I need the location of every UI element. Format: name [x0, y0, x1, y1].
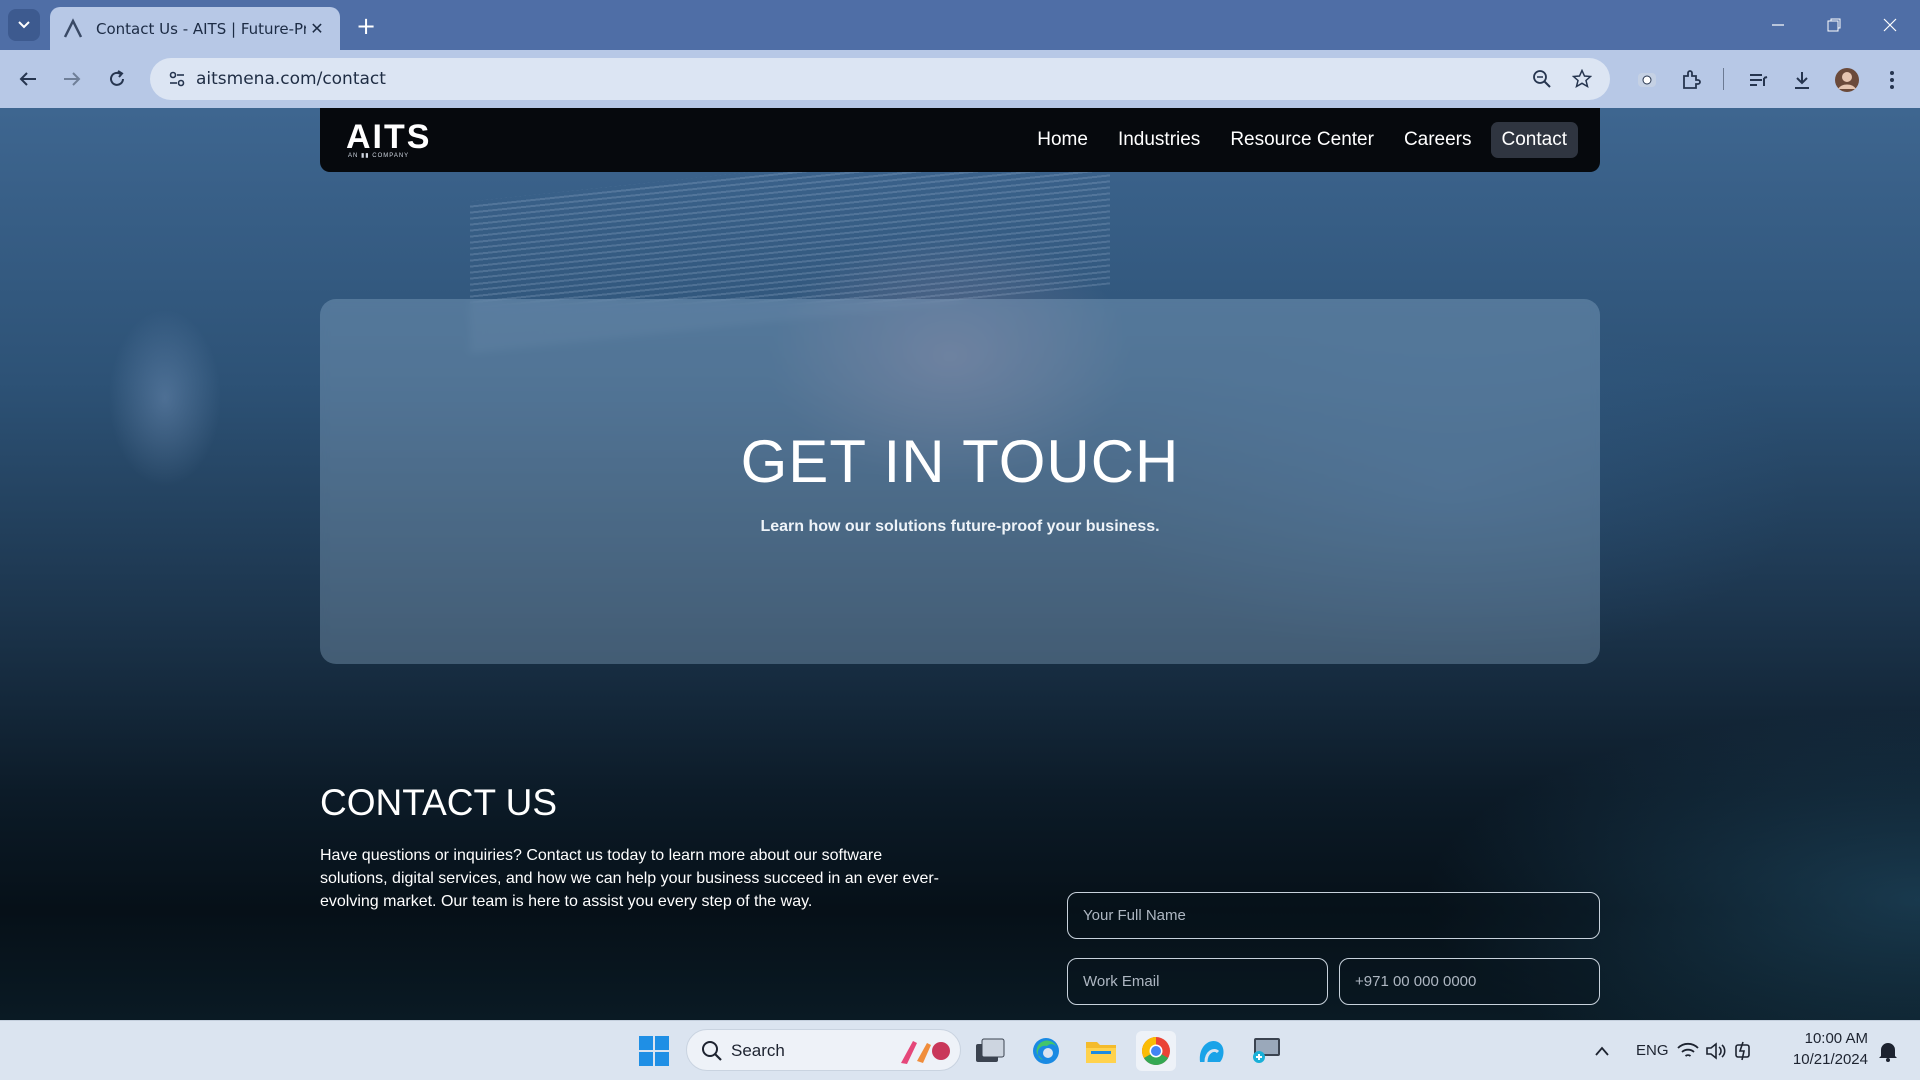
- nav-link-home[interactable]: Home: [1026, 122, 1099, 158]
- browser-tab-strip: Contact Us - AITS | Future-Proo ✕ +: [0, 0, 1920, 50]
- nav-link-resource-center[interactable]: Resource Center: [1219, 122, 1385, 158]
- site-info-button[interactable]: [162, 64, 192, 94]
- web-page: AITS AN ▮▮ COMPANY Home Industries Resou…: [0, 108, 1920, 1020]
- close-icon: [1883, 18, 1897, 32]
- search-icon: [702, 1041, 722, 1061]
- minimize-button[interactable]: [1750, 0, 1806, 50]
- reload-button[interactable]: [101, 63, 133, 95]
- back-button[interactable]: [12, 63, 44, 95]
- aits-favicon-icon: [63, 17, 83, 38]
- contact-description: Have questions or inquiries? Contact us …: [320, 847, 939, 910]
- extensions-puzzle-icon[interactable]: [1677, 66, 1705, 94]
- arrow-left-icon: [19, 72, 36, 86]
- full-name-field[interactable]: [1067, 892, 1600, 939]
- download-icon[interactable]: [1788, 66, 1816, 94]
- arrow-right-icon: [64, 72, 81, 86]
- notification-bell-icon[interactable]: [1874, 1031, 1902, 1071]
- forward-button[interactable]: [56, 63, 88, 95]
- volume-icon[interactable]: [1704, 1031, 1728, 1071]
- start-button[interactable]: [634, 1031, 674, 1071]
- search-label: Search: [731, 1041, 785, 1060]
- bookmark-star-icon[interactable]: [1570, 67, 1594, 91]
- windows-taskbar: Search ENG 10:00 AM 10/21/2024: [0, 1020, 1920, 1080]
- close-window-button[interactable]: [1862, 0, 1918, 50]
- chrome-browser-icon[interactable]: [1136, 1031, 1176, 1071]
- tab-title: Contact Us - AITS | Future-Proo: [96, 19, 306, 38]
- file-explorer-icon[interactable]: [1081, 1031, 1121, 1071]
- extension-record-icon[interactable]: [1633, 66, 1661, 94]
- wifi-icon[interactable]: [1676, 1031, 1700, 1071]
- hero-title: GET IN TOUCH: [740, 428, 1180, 495]
- clock-date[interactable]: 10/21/2024: [1786, 1051, 1868, 1068]
- work-email-field[interactable]: [1067, 958, 1328, 1005]
- url-text[interactable]: aitsmena.com/contact: [196, 69, 386, 89]
- hero-card: GET IN TOUCH Learn how our solutions fut…: [320, 299, 1600, 664]
- browser-menu-icon[interactable]: [1878, 66, 1906, 94]
- contact-title: CONTACT US: [320, 782, 558, 823]
- tray-overflow-icon[interactable]: [1582, 1031, 1622, 1071]
- remote-desktop-icon[interactable]: [1246, 1031, 1286, 1071]
- app-blue-icon[interactable]: [1191, 1031, 1231, 1071]
- chevron-down-icon: [18, 21, 30, 29]
- new-tab-button[interactable]: +: [352, 12, 380, 40]
- nav-link-contact[interactable]: Contact: [1490, 122, 1578, 158]
- browser-tab-active[interactable]: Contact Us - AITS | Future-Proo ✕: [50, 7, 340, 50]
- tab-close-icon[interactable]: ✕: [306, 18, 328, 40]
- browser-toolbar: aitsmena.com/contact: [0, 50, 1920, 108]
- address-bar[interactable]: aitsmena.com/contact: [150, 58, 1610, 100]
- search-highlight-icon: [901, 1041, 950, 1064]
- site-navbar: AITS AN ▮▮ COMPANY Home Industries Resou…: [320, 108, 1600, 172]
- nav-link-careers[interactable]: Careers: [1393, 122, 1483, 158]
- restore-icon: [1827, 18, 1841, 32]
- media-controls-icon[interactable]: [1744, 66, 1772, 94]
- zoom-icon[interactable]: [1530, 67, 1554, 91]
- clock-time[interactable]: 10:00 AM: [1786, 1030, 1868, 1047]
- edge-browser-icon[interactable]: [1026, 1031, 1066, 1071]
- windows-logo-icon: [639, 1036, 669, 1066]
- restore-button[interactable]: [1806, 0, 1862, 50]
- language-indicator[interactable]: ENG: [1636, 1042, 1669, 1059]
- hero-subtitle: Learn how our solutions future-proof you…: [760, 518, 1160, 535]
- profile-avatar[interactable]: [1833, 66, 1861, 94]
- nav-link-industries[interactable]: Industries: [1107, 122, 1211, 158]
- reload-icon: [110, 70, 124, 86]
- battery-icon[interactable]: [1732, 1031, 1756, 1071]
- phone-field[interactable]: [1339, 958, 1600, 1005]
- aits-logo[interactable]: AITS AN ▮▮ COMPANY: [346, 118, 456, 162]
- tune-icon: [169, 71, 185, 87]
- toolbar-divider: [1723, 68, 1724, 90]
- taskbar-search[interactable]: Search: [686, 1029, 961, 1071]
- tab-search-button[interactable]: [8, 9, 40, 41]
- site-nav-links: Home Industries Resource Center Careers …: [1026, 122, 1578, 158]
- task-view-icon[interactable]: [971, 1031, 1011, 1071]
- minimize-icon: [1772, 24, 1784, 26]
